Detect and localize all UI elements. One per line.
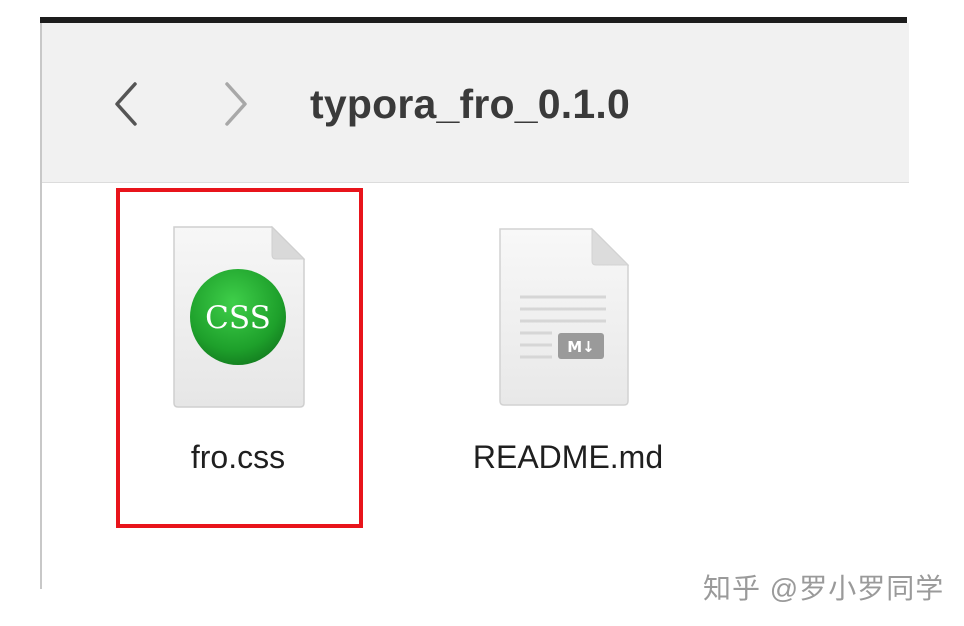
file-item-fro-css[interactable]: CSS fro.css — [118, 183, 358, 523]
file-name-label: README.md — [472, 439, 664, 475]
screenshot-stage: typora_fro_0.1.0 CSS fro.css M↓ README.m… — [0, 0, 964, 626]
window-top-edge — [40, 17, 907, 23]
css-badge-label: CSS — [205, 300, 271, 336]
file-item-readme-md[interactable]: M↓ README.md — [448, 183, 688, 523]
chevron-right-icon — [225, 82, 247, 126]
watermark-text: 知乎 @罗小罗同学 — [703, 573, 945, 604]
file-browser-content: CSS fro.css M↓ README.md — [42, 183, 909, 589]
file-name-label: fro.css — [190, 439, 286, 475]
finder-window: typora_fro_0.1.0 CSS fro.css M↓ README.m… — [40, 17, 909, 589]
forward-button[interactable] — [216, 79, 256, 129]
back-button[interactable] — [106, 79, 146, 129]
finder-toolbar: typora_fro_0.1.0 — [42, 23, 909, 183]
css-file-icon: CSS — [162, 225, 312, 415]
chevron-left-icon — [115, 82, 137, 126]
markdown-file-icon: M↓ — [492, 225, 642, 415]
window-title: typora_fro_0.1.0 — [310, 81, 630, 127]
markdown-badge-label: M↓ — [567, 338, 595, 356]
